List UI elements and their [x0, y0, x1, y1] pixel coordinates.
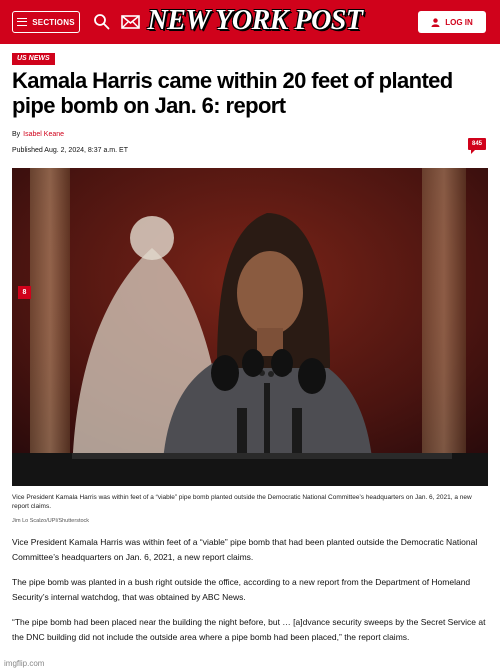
- sections-label: SECTIONS: [32, 17, 75, 27]
- article-photo[interactable]: [12, 168, 488, 486]
- article-headline: Kamala Harris came within 20 feet of pla…: [12, 68, 453, 118]
- byline-prefix: By: [12, 131, 21, 138]
- article-paragraph: Vice President Kamala Harris was within …: [12, 537, 478, 562]
- login-label: LOG IN: [445, 17, 473, 27]
- image-credit: Jim Lo Scalzo/UPI/Shutterstock: [12, 518, 90, 524]
- category-tag[interactable]: US NEWS: [12, 53, 55, 65]
- published-date: Published Aug. 2, 2024, 8:37 a.m. ET: [12, 147, 128, 154]
- login-button[interactable]: LOG IN: [418, 11, 486, 33]
- mail-icon[interactable]: [121, 15, 140, 29]
- author-link[interactable]: Isabel Keane: [23, 131, 64, 138]
- article-paragraph: The pipe bomb was planted in a bush righ…: [12, 577, 471, 602]
- hamburger-icon: [17, 18, 28, 26]
- comment-count-badge[interactable]: 845: [468, 138, 486, 154]
- gallery-count-badge[interactable]: 8: [18, 286, 31, 299]
- photo-illustration: [12, 168, 488, 486]
- comment-count: 845: [471, 141, 482, 147]
- image-caption: Vice President Kamala Harris was within …: [12, 494, 472, 510]
- user-icon: [431, 17, 440, 27]
- byline: By Isabel Keane: [12, 131, 64, 138]
- site-header: SECTIONS NEW YORK POST LOG IN: [0, 0, 500, 44]
- search-icon[interactable]: [93, 13, 110, 30]
- site-logo[interactable]: NEW YORK POST: [145, 3, 365, 39]
- imgflip-watermark: imgflip.com: [4, 659, 45, 668]
- gallery-count: 8: [22, 289, 27, 296]
- sections-button[interactable]: SECTIONS: [12, 11, 80, 33]
- article-paragraph: “The pipe bomb had been placed near the …: [12, 617, 486, 642]
